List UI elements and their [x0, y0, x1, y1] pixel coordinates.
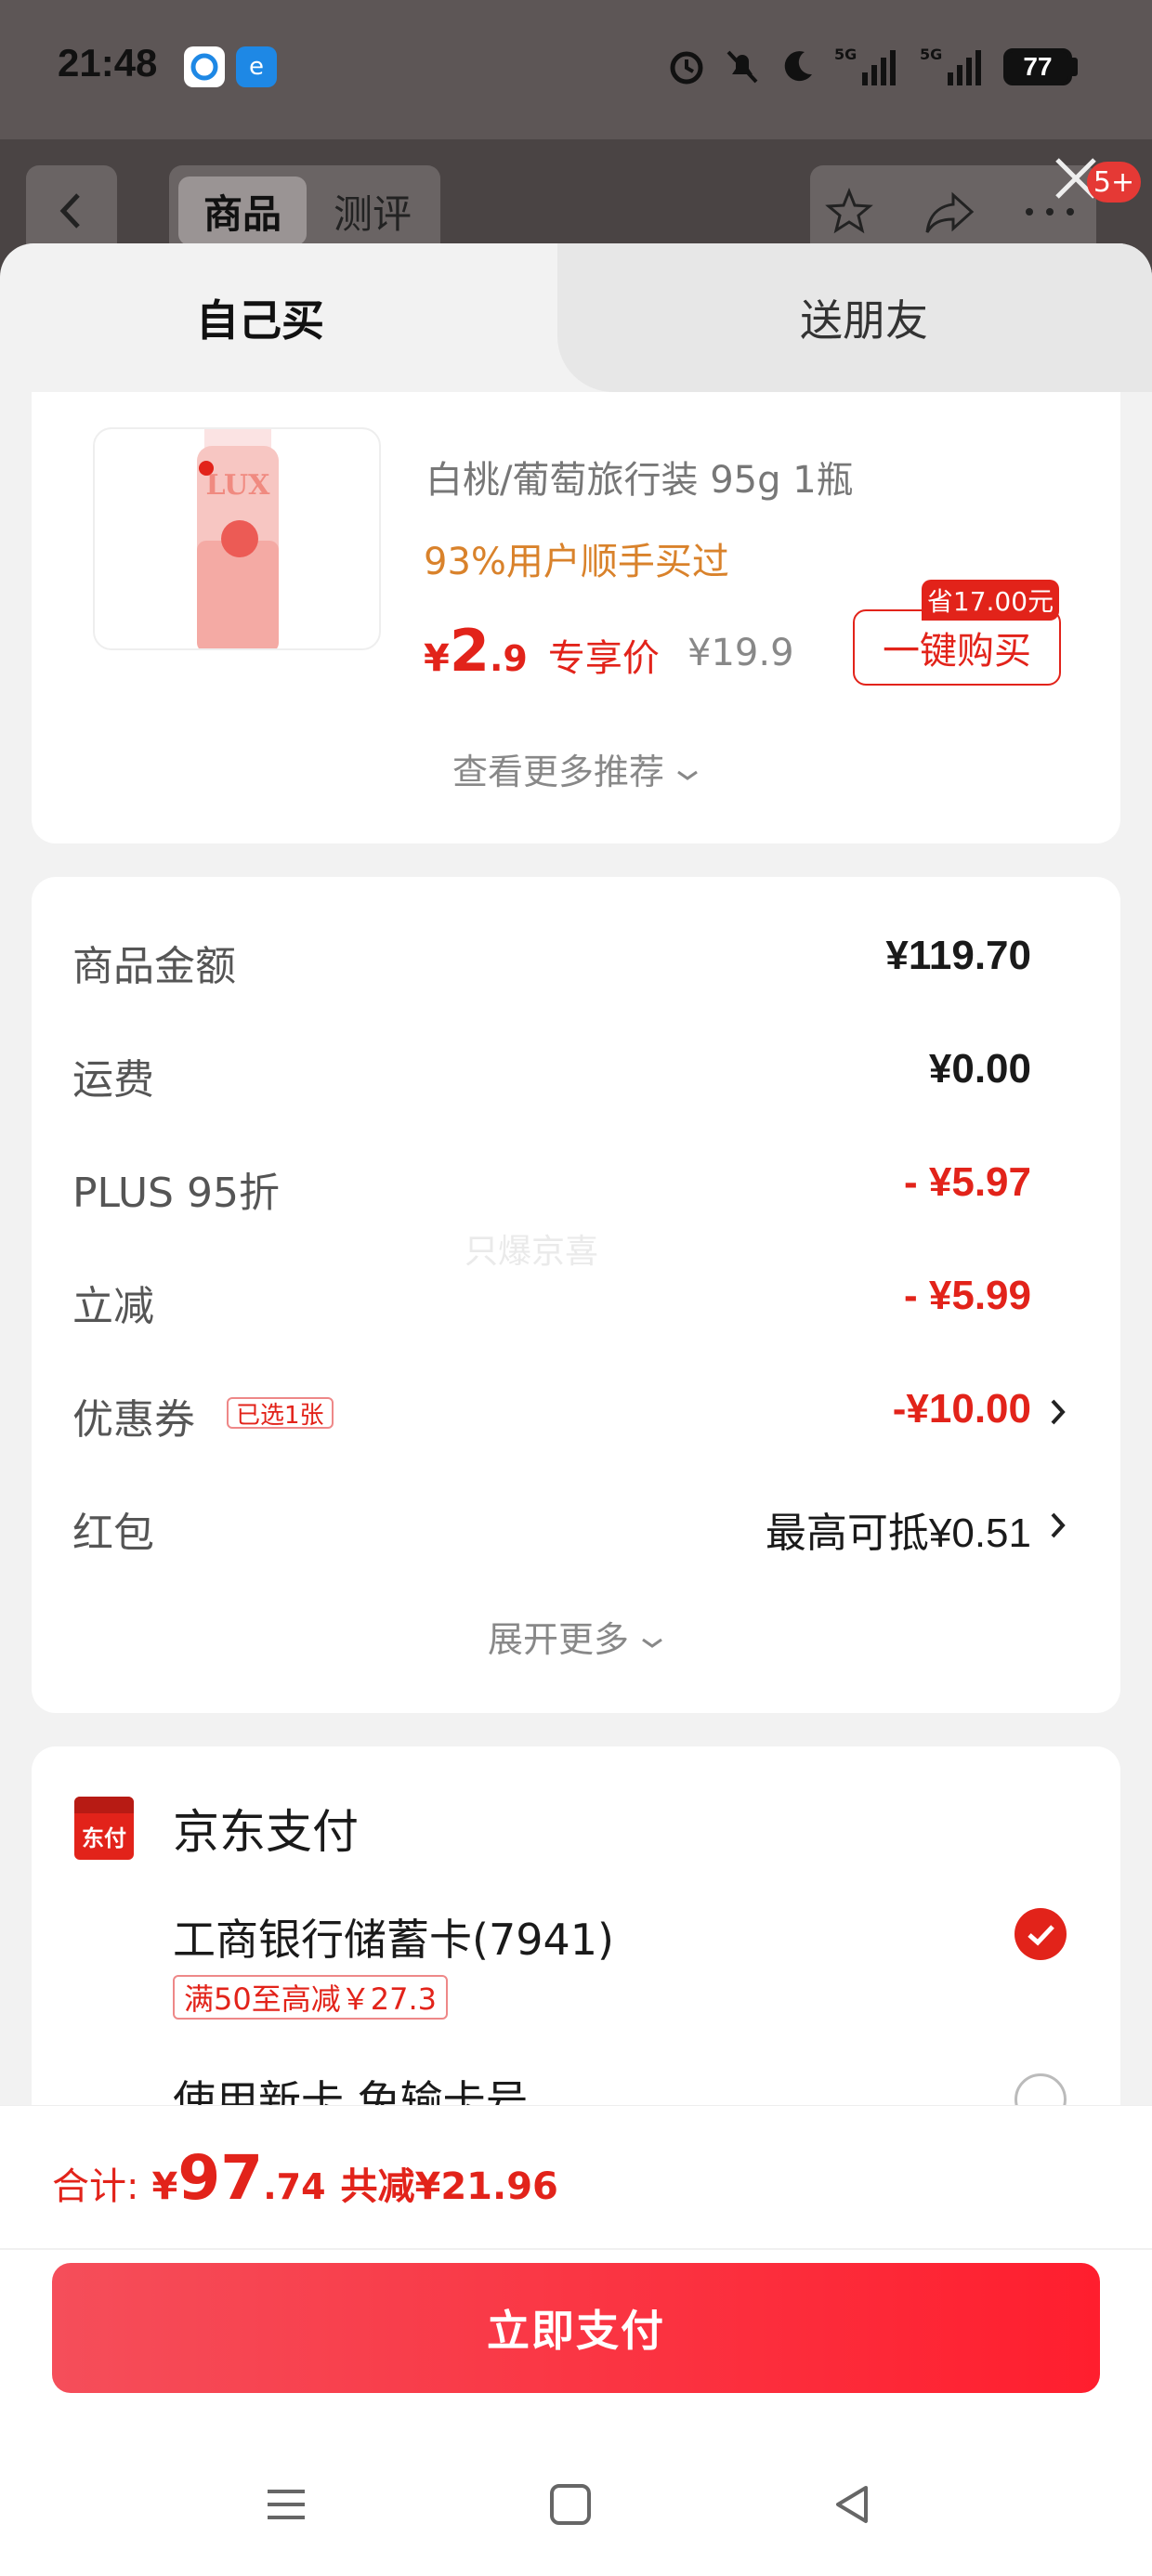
battery-icon: 77: [1003, 48, 1072, 85]
coupon-chevron-right-icon[interactable]: [1046, 1393, 1070, 1431]
coupon-selected-tag: 已选1张: [227, 1397, 334, 1430]
share-icon[interactable]: [922, 186, 977, 238]
chevron-down-icon: [642, 1638, 662, 1648]
goods-amount-label: 商品金额: [72, 943, 236, 990]
shipping-value: ¥0.00: [928, 1046, 1031, 1092]
plus-discount-label: PLUS 95折: [72, 1170, 280, 1217]
price-currency: ¥: [424, 637, 450, 680]
tab-review[interactable]: 测评: [308, 177, 437, 245]
total-decimal: .74: [263, 2166, 326, 2207]
price-decimal: .9: [489, 638, 528, 679]
red-packet-value[interactable]: 最高可抵¥0.51: [766, 1499, 1031, 1559]
total-saved: 共减¥21.96: [340, 2165, 558, 2208]
browser-notification-icon: e: [236, 46, 277, 87]
alarm-icon: [670, 51, 703, 85]
shipping-label: 运费: [72, 1056, 154, 1104]
payment-title: 京东支付: [173, 1805, 359, 1859]
battery-tip: [1072, 58, 1078, 76]
selected-check-icon[interactable]: [1015, 1908, 1067, 1960]
lotion-bottle-image: LUX: [197, 429, 279, 648]
tab-send-friend[interactable]: 送朋友: [576, 243, 1152, 392]
red-packet-chevron-right-icon[interactable]: [1046, 1507, 1070, 1544]
more-recommend-label: 查看更多推荐: [452, 752, 664, 792]
instant-discount-label: 立减: [72, 1283, 154, 1330]
svg-text:5G: 5G: [920, 46, 942, 63]
total-label: 合计:: [52, 2165, 139, 2208]
pay-now-button[interactable]: 立即支付: [52, 2263, 1100, 2393]
expand-more-link[interactable]: 展开更多: [0, 1611, 1152, 1662]
goods-amount-value: ¥119.70: [885, 933, 1031, 978]
svg-text:LUX: LUX: [206, 469, 271, 502]
coupon-label: 优惠券: [72, 1396, 195, 1444]
bought-rate: 93%用户顺手买过: [424, 541, 729, 583]
plus-discount-value: - ¥5.97: [904, 1159, 1031, 1205]
red-packet-label: 红包: [72, 1510, 154, 1557]
chevron-down-icon: [677, 770, 698, 780]
star-icon[interactable]: [823, 186, 875, 238]
exclusive-price: ¥ 2 .9 专享价: [424, 617, 660, 685]
back-triangle-icon[interactable]: [829, 2480, 877, 2529]
svg-text:5G: 5G: [834, 46, 857, 63]
more-recommend-link[interactable]: 查看更多推荐: [0, 743, 1152, 794]
total-row: 合计: ¥ 97 .74 共减¥21.96: [52, 2142, 558, 2214]
tab-buy-self[interactable]: 自己买: [0, 243, 576, 392]
menu-icon[interactable]: [262, 2480, 310, 2529]
app-notification-icon: [184, 46, 225, 87]
price-tag: 专享价: [547, 637, 660, 680]
bank-promo-tag: 满50至高减￥27.3: [173, 1975, 448, 2020]
status-time: 21:48: [58, 41, 158, 85]
moon-icon: [784, 51, 812, 82]
home-square-icon[interactable]: [546, 2480, 595, 2529]
product-image[interactable]: LUX: [93, 427, 381, 650]
save-badge: 省17.00元: [922, 580, 1059, 621]
footer-divider: [0, 2248, 1152, 2250]
instant-discount-value: - ¥5.99: [904, 1273, 1031, 1318]
checkmark-icon: [1028, 1925, 1054, 1946]
jd-pay-logo-top: [74, 1797, 134, 1813]
total-integer: 97: [177, 2142, 264, 2214]
signal-5g-icon: 5G: [834, 46, 896, 85]
coupon-value[interactable]: -¥10.00: [893, 1386, 1031, 1432]
product-name: 白桃/葡萄旅行装 95g 1瓶: [425, 459, 854, 502]
bank-card-option[interactable]: 工商银行储蓄卡(7941): [173, 1906, 614, 1968]
expand-more-label: 展开更多: [487, 1619, 629, 1660]
svg-text:e: e: [249, 53, 264, 81]
one-click-buy-button[interactable]: 一键购买: [853, 609, 1061, 686]
watermark: 只爆京喜: [465, 1233, 599, 1271]
price-integer: 2: [449, 617, 490, 685]
cart-badge: 5+: [1087, 162, 1141, 203]
signal-5g-icon-2: 5G: [920, 46, 981, 85]
original-price: ¥19.9: [687, 632, 794, 674]
total-currency: ¥: [151, 2165, 178, 2208]
tab-goods[interactable]: 商品: [178, 177, 307, 245]
mute-bell-icon: [727, 50, 758, 84]
